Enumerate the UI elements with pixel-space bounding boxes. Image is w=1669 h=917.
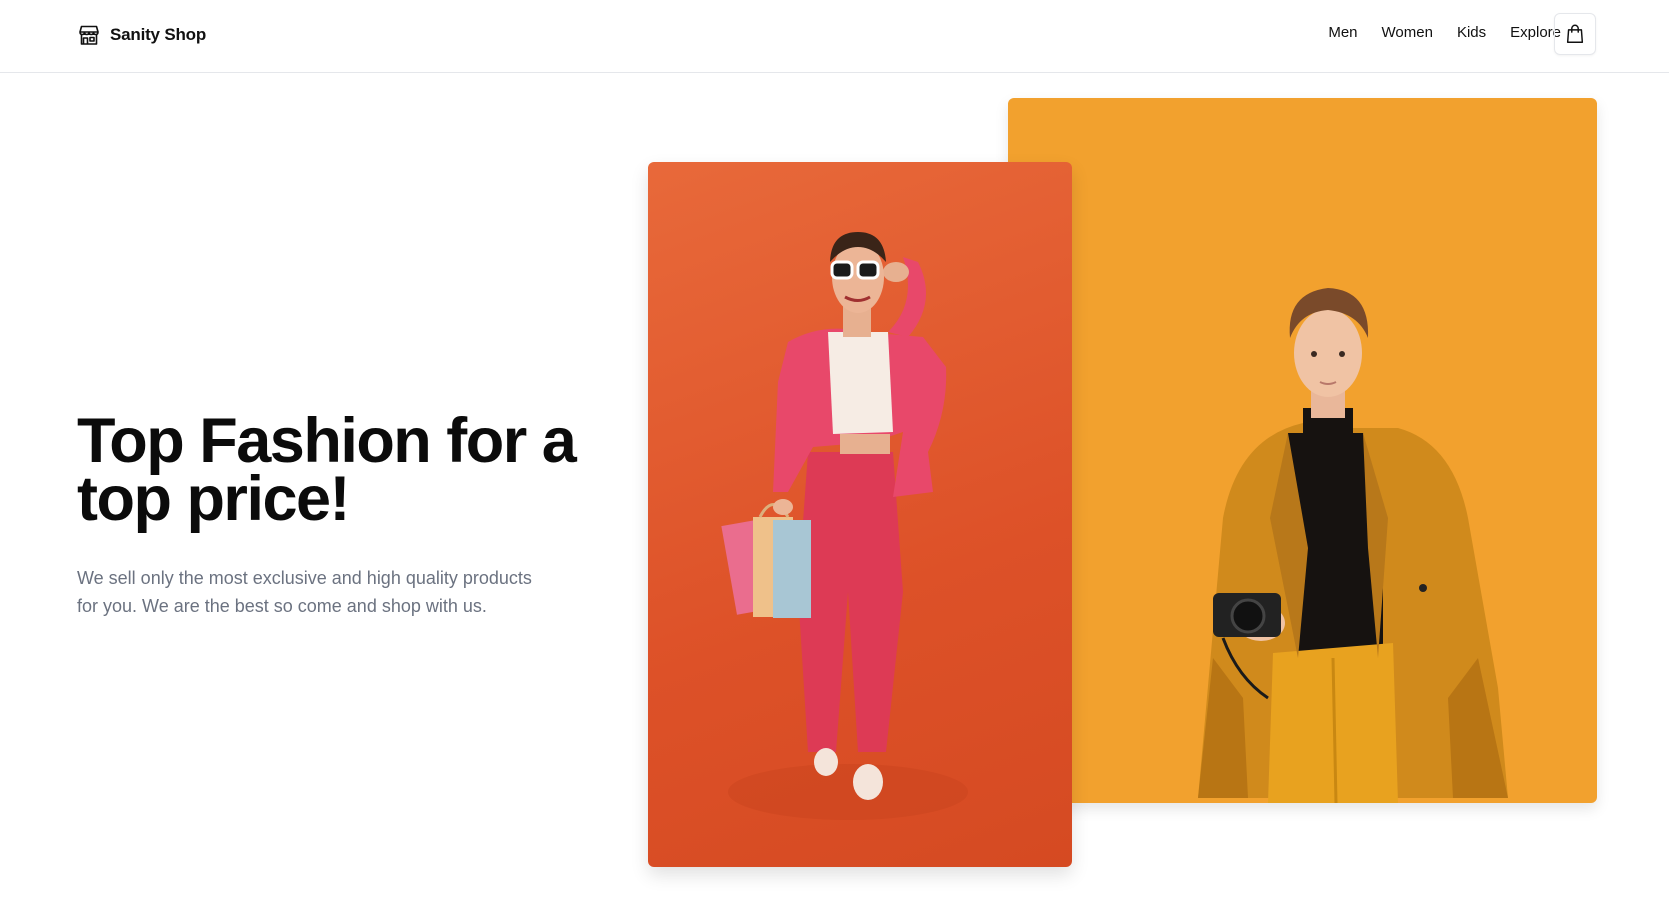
- woman-photo-illustration: [721, 232, 968, 820]
- storefront-icon: [79, 25, 99, 45]
- site-header: Sanity Shop Men Women Kids Explore: [0, 0, 1669, 73]
- hero-image-woman: [648, 162, 1072, 867]
- shopping-bag-icon: [1566, 24, 1584, 43]
- hero-title: Top Fashion for a top price!: [77, 406, 577, 534]
- man-photo-illustration: [1198, 288, 1508, 803]
- nav-link-men[interactable]: Men: [1328, 24, 1357, 41]
- nav-link-women[interactable]: Women: [1382, 24, 1433, 41]
- brand-logo-link[interactable]: Sanity Shop: [77, 22, 206, 48]
- brand-name: Sanity Shop: [110, 25, 207, 44]
- hero-image-man: [1008, 98, 1597, 803]
- nav-link-kids[interactable]: Kids: [1457, 24, 1486, 41]
- hero-description: We sell only the most exclusive and high…: [77, 568, 532, 616]
- main-nav: Men Women Kids Explore: [1328, 24, 1561, 41]
- cart-button[interactable]: [1554, 13, 1596, 55]
